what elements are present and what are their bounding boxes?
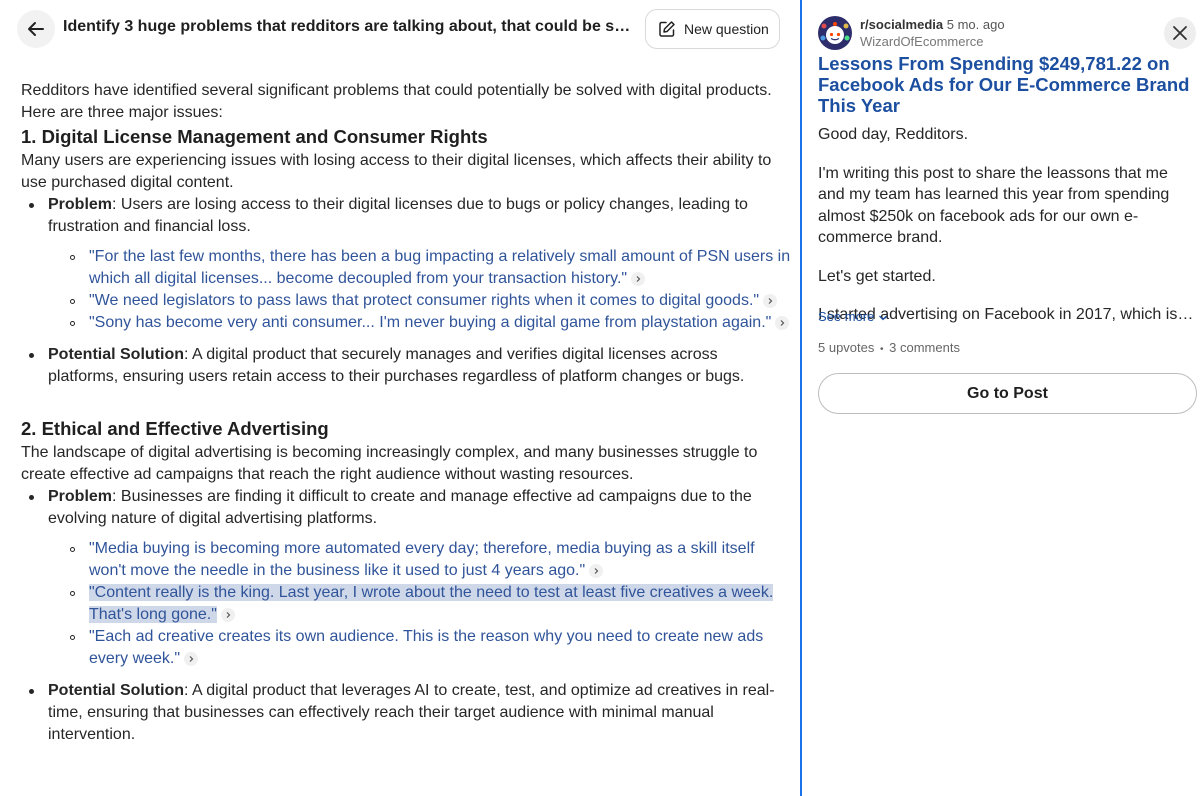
see-more-link[interactable]: See more xyxy=(818,309,888,324)
quote-link[interactable]: "We need legislators to pass laws that p… xyxy=(70,290,791,312)
chevron-right-icon[interactable] xyxy=(589,563,604,578)
quote-link[interactable]: "Sony has become very anti consumer... I… xyxy=(70,312,791,334)
reddit-avatar-icon xyxy=(818,16,852,50)
post-title[interactable]: Lessons From Spending $249,781.22 on Fac… xyxy=(818,53,1194,116)
section-paragraph: Many users are experiencing issues with … xyxy=(21,152,772,191)
problem-text: : Users are losing access to their digit… xyxy=(48,196,748,235)
problem-bullet: Problem: Users are losing access to thei… xyxy=(29,194,791,334)
chevron-right-icon[interactable] xyxy=(184,651,199,666)
chevron-down-icon xyxy=(879,315,887,320)
question-title: Identify 3 huge problems that redditors … xyxy=(63,18,637,35)
post-age: 5 mo. ago xyxy=(946,17,1005,32)
post-paragraph: I'm writing this post to share the leass… xyxy=(818,164,1170,247)
stats-separator: • xyxy=(880,344,884,355)
post-stats: 5 upvotes • 3 comments xyxy=(818,340,960,355)
comment-count: 3 comments xyxy=(889,340,960,355)
chevron-right-icon[interactable] xyxy=(775,315,790,330)
quote-text[interactable]: "Content really is the king. Last year, … xyxy=(89,584,774,623)
close-button[interactable] xyxy=(1164,17,1196,49)
solution-label: Potential Solution xyxy=(48,682,184,699)
post-paragraph: Good day, Redditors. xyxy=(818,126,969,143)
post-author[interactable]: WizardOfEcommerce xyxy=(860,34,984,49)
problem-bullet: Problem: Businesses are finding it diffi… xyxy=(29,486,791,670)
quote-text[interactable]: "We need legislators to pass laws that p… xyxy=(89,292,759,309)
quote-link[interactable]: "Each ad creative creates its own audien… xyxy=(70,626,791,670)
quote-link[interactable]: "For the last few months, there has been… xyxy=(70,246,791,290)
quote-text[interactable]: "Media buying is becoming more automated… xyxy=(89,540,755,579)
chevron-right-icon[interactable] xyxy=(763,293,778,308)
section-heading: 1. Digital License Management and Consum… xyxy=(21,126,488,147)
solution-bullet: Potential Solution: A digital product th… xyxy=(29,680,791,746)
go-to-post-button[interactable]: Go to Post xyxy=(818,373,1197,414)
quote-link[interactable]: "Media buying is becoming more automated… xyxy=(70,538,791,582)
arrow-left-icon xyxy=(28,22,44,36)
solution-label: Potential Solution xyxy=(48,346,184,363)
section-heading: 2. Ethical and Effective Advertising xyxy=(21,418,329,439)
upvote-count: 5 upvotes xyxy=(818,340,875,355)
chevron-right-icon[interactable] xyxy=(631,271,646,286)
answer-content: Redditors have identified several signif… xyxy=(21,80,791,754)
problem-label: Problem xyxy=(48,488,113,505)
problem-label: Problem xyxy=(48,196,113,213)
problem-text: : Businesses are finding it difficult to… xyxy=(48,488,752,527)
close-icon xyxy=(1173,26,1187,40)
section-paragraph: The landscape of digital advertising is … xyxy=(21,444,758,483)
quote-text[interactable]: "For the last few months, there has been… xyxy=(89,248,790,287)
new-question-button[interactable]: New question xyxy=(645,9,780,49)
edit-square-icon xyxy=(659,21,675,37)
question-bar: Identify 3 huge problems that redditors … xyxy=(0,0,800,58)
chevron-right-icon[interactable] xyxy=(220,607,235,622)
post-meta: r/socialmedia 5 mo. ago xyxy=(860,17,1005,32)
quote-text[interactable]: "Sony has become very anti consumer... I… xyxy=(89,314,771,331)
new-question-label: New question xyxy=(684,21,769,37)
source-post-panel: r/socialmedia 5 mo. ago WizardOfEcommerc… xyxy=(802,0,1200,796)
subreddit-name[interactable]: r/socialmedia xyxy=(860,17,943,32)
answer-pane: Identify 3 huge problems that redditors … xyxy=(0,0,800,796)
problem-section: 1. Digital License Management and Consum… xyxy=(21,124,791,388)
back-button[interactable] xyxy=(17,10,55,48)
see-more-label[interactable]: See more xyxy=(818,309,874,324)
solution-bullet: Potential Solution: A digital product th… xyxy=(29,344,791,388)
post-body: Good day, Redditors. I'm writing this po… xyxy=(818,124,1194,326)
problem-section: 2. Ethical and Effective Advertising The… xyxy=(21,416,791,746)
answer-intro: Redditors have identified several signif… xyxy=(21,82,772,121)
post-paragraph: Let's get started. xyxy=(818,267,936,285)
quote-link-highlighted[interactable]: "Content really is the king. Last year, … xyxy=(70,582,791,626)
